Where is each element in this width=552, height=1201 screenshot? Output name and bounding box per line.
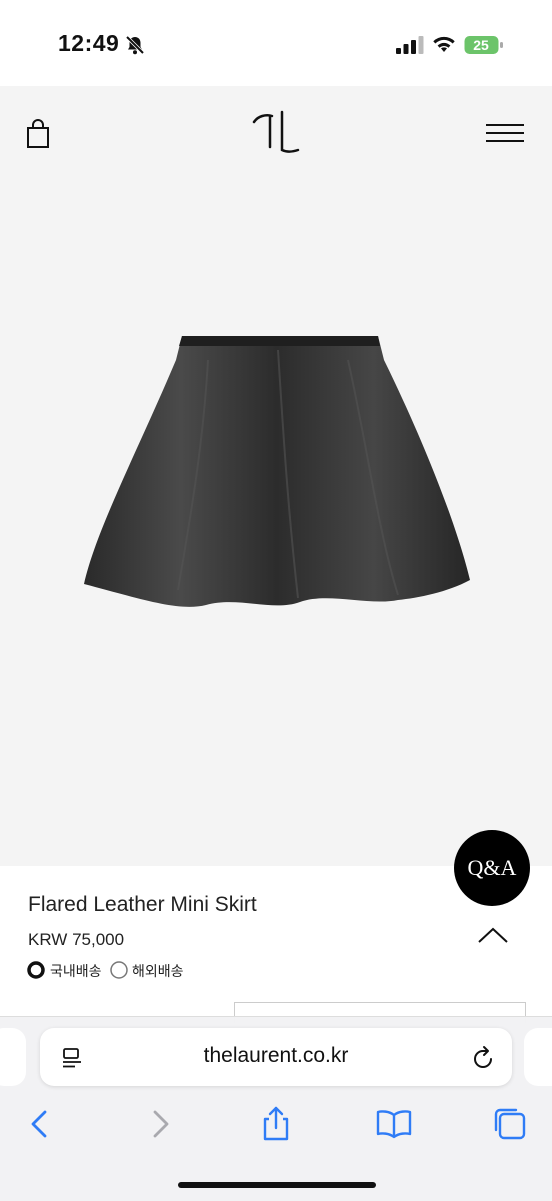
back-icon[interactable] — [20, 1104, 60, 1144]
shipping-option-domestic-label[interactable]: 국내배송 — [50, 961, 102, 981]
battery-level: 25 — [473, 37, 489, 53]
chevron-up-icon[interactable] — [476, 924, 510, 946]
address-url[interactable]: thelaurent.co.kr — [120, 1044, 432, 1068]
radio-domestic-shipping[interactable] — [27, 961, 45, 979]
page-menu-icon[interactable] — [60, 1046, 84, 1070]
brand-monogram-icon[interactable] — [248, 108, 304, 158]
shopping-bag-icon[interactable] — [24, 118, 52, 150]
qa-button[interactable]: Q&A — [454, 830, 530, 906]
share-icon[interactable] — [256, 1104, 296, 1144]
forward-icon[interactable] — [140, 1104, 180, 1144]
shipping-option-international-label[interactable]: 해외배송 — [132, 961, 184, 981]
product-price: KRW 75,000 — [28, 930, 125, 949]
tabs-icon[interactable] — [490, 1104, 530, 1144]
status-time: 12:49 — [58, 30, 120, 56]
reload-icon[interactable] — [470, 1044, 496, 1072]
home-indicator[interactable] — [178, 1182, 376, 1188]
product-skirt-image[interactable] — [78, 330, 478, 620]
previous-tab-preview[interactable] — [0, 1028, 26, 1086]
bookmarks-icon[interactable] — [374, 1104, 414, 1144]
silent-bell-icon — [125, 35, 145, 55]
cell-signal-icon — [396, 36, 424, 54]
product-name: Flared Leather Mini Skirt — [28, 893, 257, 916]
hamburger-menu-icon[interactable] — [484, 122, 526, 146]
wifi-icon — [433, 36, 455, 52]
radio-international-shipping[interactable] — [110, 961, 128, 979]
next-tab-preview[interactable] — [524, 1028, 552, 1086]
